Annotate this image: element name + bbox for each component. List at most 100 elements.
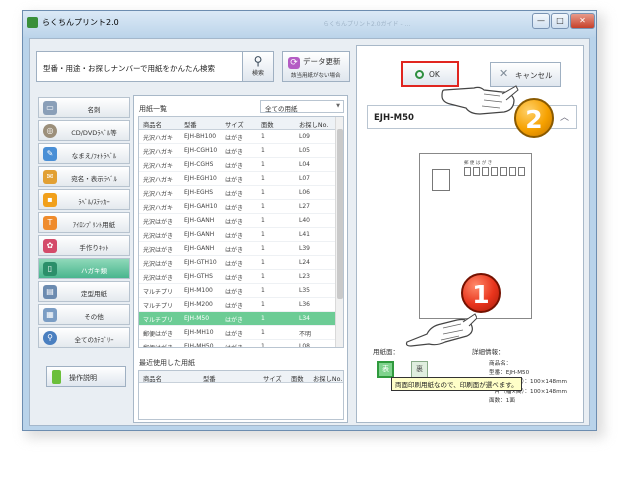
cell-search-no: L23 (299, 273, 310, 280)
column-header-faces[interactable]: 面数 (261, 120, 274, 129)
cell-faces: 1 (261, 217, 265, 224)
sidebar-item-label: 名刺 (87, 106, 101, 114)
paper-list-title: 用紙一覧 (139, 105, 167, 113)
sidebar-item-handmade-kit[interactable]: ✿ 手作りｷｯﾄ (38, 235, 130, 256)
sidebar-item-address-label[interactable]: ✉ 宛名・表示ﾗﾍﾞﾙ (38, 166, 130, 187)
cell-model: EJH-CGH10 (184, 147, 218, 154)
cell-model: EJH-M100 (184, 287, 213, 294)
cell-model: EJH-M50 (184, 315, 210, 322)
paper-face-label: 用紙面： (373, 348, 399, 356)
recent-column-name[interactable]: 商品名 (143, 374, 162, 383)
cell-size: はがき (225, 163, 244, 170)
cell-model: EJH-MH10 (184, 329, 214, 336)
cell-size: はがき (225, 233, 244, 240)
paper-table-rows: 光沢ハガキ EJH-BH100 はがき 1 L09 光沢ハガキ EJH-CGH10 はがき 1 L… (139, 130, 337, 348)
table-row[interactable]: 光沢ハガキ EJH-CGH10 はがき 1 L05 (139, 144, 337, 158)
column-header-size[interactable]: サイズ (225, 120, 244, 129)
cell-faces: 1 (261, 315, 265, 322)
sidebar-item-other[interactable]: ▦ その他 (38, 304, 130, 325)
table-row[interactable]: 光沢ハガキ EJH-BH100 はがき 1 L09 (139, 130, 337, 144)
chevron-up-icon: ︿ (559, 113, 569, 123)
table-row[interactable]: 光沢ハガキ EJH-CGHS はがき 1 L04 (139, 158, 337, 172)
sidebar-item-cd-dvd[interactable]: ◎ CD/DVDﾗﾍﾞﾙ等 (38, 120, 130, 141)
minimize-button[interactable]: — (532, 13, 550, 29)
blurred-title-text: らくちんプリント2.0ガイド - ... (323, 21, 411, 28)
maximize-button[interactable]: □ (551, 13, 569, 29)
sidebar-item-postcard[interactable]: ▯ ハガキ類 (38, 258, 130, 279)
cell-search-no: L09 (299, 133, 310, 140)
column-header-model[interactable]: 型番 (184, 120, 197, 129)
cell-model: EJH-EGH10 (184, 175, 217, 182)
sidebar-item-label: ハガキ類 (81, 267, 107, 275)
cell-faces: 1 (261, 245, 265, 252)
table-row[interactable]: マルチプリ EJH-M50 はがき 1 L34 (139, 312, 337, 326)
recent-column-model[interactable]: 型番 (203, 374, 216, 383)
table-row[interactable]: 光沢ハガキ EJH-EGHS はがき 1 L06 (139, 186, 337, 200)
column-header-search-no[interactable]: お探しNo. (299, 120, 328, 129)
search-button[interactable]: ⚲ 検索 (242, 51, 274, 82)
cell-search-no: L35 (299, 287, 310, 294)
cell-model: EJH-GANH (184, 245, 215, 252)
sidebar-item-iron-print[interactable]: T ｱｲﾛﾝﾌﾟﾘﾝﾄ用紙 (38, 212, 130, 233)
cell-name: 光沢はがき (143, 247, 174, 254)
recent-column-size[interactable]: サイズ (263, 374, 282, 383)
title-bar[interactable]: らくちんプリント2.0 らくちんプリント2.0ガイド - ... — □ ✕ (23, 11, 596, 37)
cell-name: 光沢はがき (143, 275, 174, 282)
sidebar-item-standard-paper[interactable]: ▤ 定型用紙 (38, 281, 130, 302)
app-window: らくちんプリント2.0 らくちんプリント2.0ガイド - ... — □ ✕ 型… (22, 10, 597, 431)
cell-size: はがき (225, 247, 244, 254)
help-button[interactable]: 操作説明 (46, 366, 126, 387)
cell-name: 光沢ハガキ (143, 177, 174, 184)
table-row[interactable]: 光沢はがき EJH-GTH10 はがき 1 L24 (139, 256, 337, 270)
table-row[interactable]: マルチプリ EJH-M200 はがき 1 L36 (139, 298, 337, 312)
cell-search-no: L06 (299, 189, 310, 196)
close-button[interactable]: ✕ (570, 13, 595, 29)
sidebar-item-sticker[interactable]: ▪ ﾗﾍﾞﾙ/ｽﾃｯｶｰ (38, 189, 130, 210)
table-row[interactable]: 郵便はがき EJH-MH10 はがき 1 不明 (139, 326, 337, 340)
scrollbar-thumb[interactable] (337, 129, 343, 299)
recent-column-faces[interactable]: 面数 (291, 374, 304, 383)
cell-faces: 1 (261, 301, 265, 308)
search-button-label: 検索 (251, 70, 264, 77)
front-face-button[interactable]: 表 (377, 361, 394, 378)
paper-table-scrollbar[interactable] (335, 117, 343, 347)
sidebar-item-all-categories[interactable]: ⚲ 全てのｶﾃｺﾞﾘｰ (38, 327, 130, 348)
sidebar-item-business-card[interactable]: ▭ 名刺 (38, 97, 130, 118)
table-row[interactable]: 光沢ハガキ EJH-GAH10 はがき 1 L27 (139, 200, 337, 214)
cancel-button-label: キャンセル (515, 71, 553, 80)
cell-faces: 1 (261, 147, 265, 154)
postcard-header-text: 郵 便 は が き (464, 161, 493, 166)
paper-filter-select[interactable]: 全ての用紙 ▼ (260, 100, 344, 113)
sidebar-item-label: 定型用紙 (81, 290, 107, 298)
table-row[interactable]: 郵便はがき EJH-MH50 はがき 1 L08 (139, 340, 337, 348)
recent-column-search-no[interactable]: お探しNo. (313, 374, 342, 383)
cell-size: はがき (225, 177, 244, 184)
table-row[interactable]: 光沢はがき EJH-GANH はがき 1 L40 (139, 214, 337, 228)
table-row[interactable]: 光沢ハガキ EJH-EGH10 はがき 1 L07 (139, 172, 337, 186)
cell-name: 光沢はがき (143, 261, 174, 268)
app-icon (27, 17, 38, 28)
table-row[interactable]: 光沢はがき EJH-GANH はがき 1 L41 (139, 228, 337, 242)
sidebar-item-label: 手作りｷｯﾄ (79, 244, 109, 252)
cell-size: はがき (225, 149, 244, 156)
table-row[interactable]: 光沢はがき EJH-GTHS はがき 1 L23 (139, 270, 337, 284)
cell-size: はがき (225, 205, 244, 212)
cell-size: はがき (225, 275, 244, 282)
cell-size: はがき (225, 219, 244, 226)
table-row[interactable]: マルチプリ EJH-M100 はがき 1 L35 (139, 284, 337, 298)
paper-table-header: 商品名 型番 サイズ 面数 お探しNo. (139, 117, 337, 130)
data-update-button[interactable]: ⟳ データ更新 該当用紙がない場合 (282, 51, 350, 82)
cell-faces: 1 (261, 329, 265, 336)
back-face-button[interactable]: 裏 (411, 361, 428, 378)
table-row[interactable]: 光沢はがき EJH-GANH はがき 1 L39 (139, 242, 337, 256)
sidebar-item-label: 全てのｶﾃｺﾞﾘｰ (74, 336, 114, 344)
search-input[interactable]: 型番・用途・お探しナンバーで用紙をかんたん検索 (36, 51, 246, 82)
sidebar-item-label: CD/DVDﾗﾍﾞﾙ等 (71, 129, 117, 137)
cell-size: はがき (225, 331, 244, 338)
cell-faces: 1 (261, 343, 265, 348)
chevron-down-icon: ▼ (336, 103, 340, 109)
ok-button-label: OK (429, 70, 440, 79)
sidebar-item-name-label[interactable]: ✎ なまえ/ﾌｫﾄﾗﾍﾞﾙ (38, 143, 130, 164)
window-title: らくちんプリント2.0 (42, 18, 119, 27)
column-header-name[interactable]: 商品名 (143, 120, 162, 129)
